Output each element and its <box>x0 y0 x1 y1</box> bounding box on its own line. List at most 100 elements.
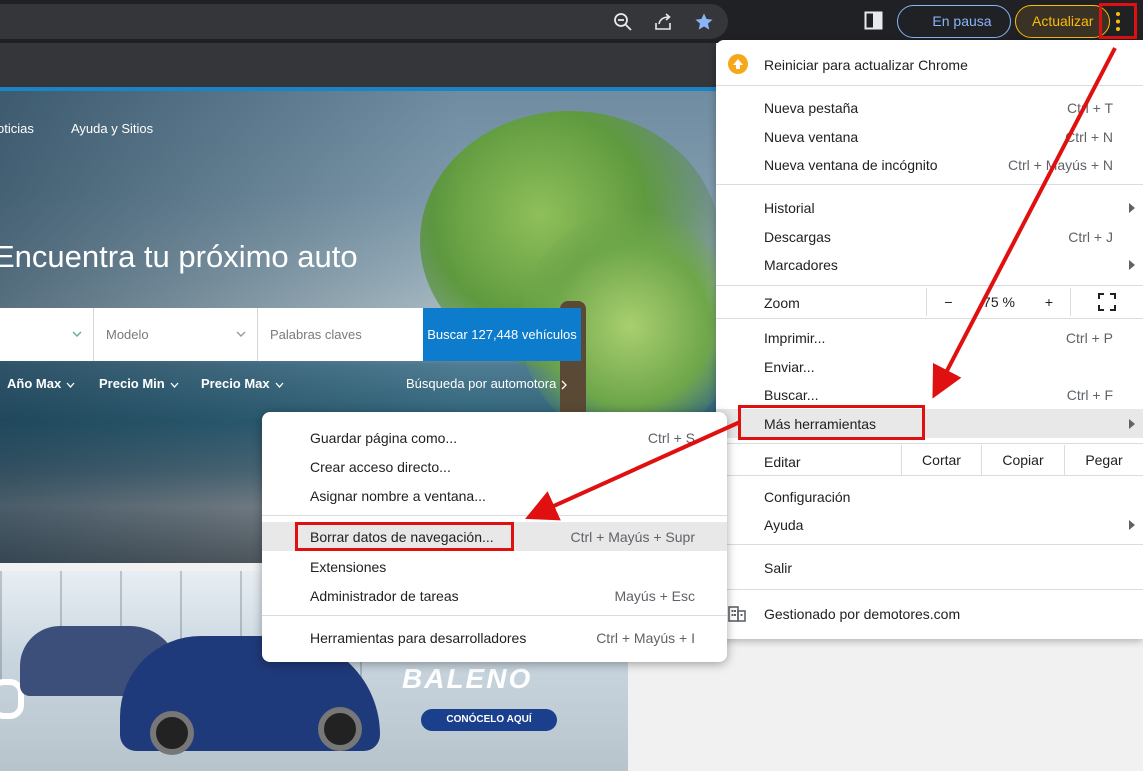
chevron-right-icon <box>561 380 568 390</box>
ad-car-wheel <box>318 707 362 751</box>
zoom-out-icon[interactable] <box>613 12 633 32</box>
shortcut-downloads: Ctrl + J <box>1068 229 1113 245</box>
tab-strip-area <box>0 43 716 87</box>
browser-toolbar: En pausa Actualizar <box>0 0 1143 43</box>
menu-item-restart-update[interactable]: Reiniciar para actualizar Chrome <box>764 57 968 73</box>
menu-item-settings[interactable]: Configuración <box>764 489 850 505</box>
update-button[interactable]: Actualizar <box>1015 5 1110 38</box>
update-icon <box>728 54 748 74</box>
copy-button[interactable]: Copiar <box>981 445 1064 475</box>
filter-label: Precio Max <box>201 376 270 391</box>
shortcut-incognito: Ctrl + Mayús + N <box>1007 157 1113 173</box>
ad-model-name: BALENO <box>402 663 533 694</box>
paused-label: En pausa <box>932 13 992 29</box>
chevron-down-icon <box>170 382 179 388</box>
dealer-search-link[interactable]: Búsqueda por automotora <box>406 376 568 391</box>
menu-edit-label: Editar <box>764 454 801 470</box>
zoom-out-button[interactable]: − <box>926 288 970 316</box>
filter-year-max[interactable]: Año Max <box>7 376 75 391</box>
shortcut-save-page: Ctrl + S <box>647 430 695 446</box>
shortcut-dev-tools: Ctrl + Mayús + I <box>596 630 695 646</box>
chevron-down-icon <box>275 382 284 388</box>
building-icon <box>728 606 746 622</box>
cut-button[interactable]: Cortar <box>901 445 981 475</box>
ad-cta-button[interactable]: CONÓCELO AQUÍ <box>421 709 557 731</box>
submenu-arrow-icon <box>1129 260 1135 270</box>
zoom-level: 75 % <box>983 294 1015 310</box>
keywords-input[interactable]: Palabras claves <box>258 308 423 361</box>
menu-item-help[interactable]: Ayuda <box>764 517 803 533</box>
menu-separator <box>262 515 727 516</box>
menu-item-incognito[interactable]: Nueva ventana de incógnito <box>764 157 938 173</box>
paste-button[interactable]: Pegar <box>1064 445 1143 475</box>
submenu-item-dev-tools[interactable]: Herramientas para desarrolladores <box>310 630 526 646</box>
menu-separator <box>716 285 1143 286</box>
annotation-box-clear-data <box>295 522 514 551</box>
submenu-item-create-shortcut[interactable]: Crear acceso directo... <box>310 459 451 475</box>
address-bar[interactable] <box>0 4 728 39</box>
shortcut-task-manager: Mayús + Esc <box>614 588 695 604</box>
annotation-box-more-tools <box>738 405 925 440</box>
shortcut-new-window: Ctrl + N <box>1065 129 1113 145</box>
submenu-item-name-window[interactable]: Asignar nombre a ventana... <box>310 488 486 504</box>
menu-separator <box>716 475 1143 476</box>
menu-item-print[interactable]: Imprimir... <box>764 330 825 346</box>
submenu-item-extensions[interactable]: Extensiones <box>310 559 386 575</box>
chevron-down-icon <box>66 382 75 388</box>
managed-by-label[interactable]: Gestionado por demotores.com <box>764 606 960 622</box>
shortcut-print: Ctrl + P <box>1065 330 1113 346</box>
menu-separator <box>716 318 1143 319</box>
menu-item-history[interactable]: Historial <box>764 200 815 216</box>
submenu-item-save-page[interactable]: Guardar página como... <box>310 430 457 446</box>
update-label: Actualizar <box>1032 13 1094 29</box>
menu-separator <box>716 184 1143 185</box>
model-select[interactable]: Modelo <box>94 308 258 361</box>
menu-item-bookmarks[interactable]: Marcadores <box>764 257 838 273</box>
menu-zoom-label: Zoom <box>764 295 800 311</box>
keywords-placeholder: Palabras claves <box>270 327 362 342</box>
model-placeholder: Modelo <box>106 327 149 342</box>
brand-select[interactable] <box>0 308 94 361</box>
menu-separator <box>716 589 1143 590</box>
shortcut-clear-data: Ctrl + Mayús + Supr <box>570 529 696 545</box>
menu-item-new-tab[interactable]: Nueva pestaña <box>764 100 858 116</box>
profile-paused-button[interactable]: En pausa <box>897 5 1011 38</box>
menu-item-new-window[interactable]: Nueva ventana <box>764 129 858 145</box>
submenu-arrow-icon <box>1129 419 1135 429</box>
menu-item-exit[interactable]: Salir <box>764 560 792 576</box>
shortcut-new-tab: Ctrl + T <box>1066 100 1113 116</box>
filter-price-max[interactable]: Precio Max <box>201 376 284 391</box>
chevron-down-icon <box>236 331 246 337</box>
arrow-up-icon <box>733 59 743 69</box>
dealer-search-label: Búsqueda por automotora <box>406 376 557 391</box>
menu-separator <box>716 443 1143 444</box>
menu-item-downloads[interactable]: Descargas <box>764 229 831 245</box>
hero-title: Encuentra tu próximo auto <box>0 239 358 274</box>
fullscreen-button[interactable] <box>1070 288 1143 316</box>
nav-news-link[interactable]: oticias <box>0 121 34 136</box>
menu-item-find[interactable]: Buscar... <box>764 387 818 403</box>
chrome-main-menu: Reiniciar para actualizar Chrome Nueva p… <box>716 40 1143 639</box>
chevron-down-icon <box>72 331 82 337</box>
fullscreen-icon <box>1098 293 1116 311</box>
nav-help-link[interactable]: Ayuda y Sitios <box>71 121 153 136</box>
side-panel-icon[interactable] <box>864 11 883 30</box>
menu-separator <box>716 85 1143 86</box>
submenu-item-task-manager[interactable]: Administrador de tareas <box>310 588 459 604</box>
filter-label: Año Max <box>7 376 62 391</box>
vehicle-search-bar: Modelo Palabras claves Buscar 127,448 ve… <box>0 308 581 361</box>
search-vehicles-button[interactable]: Buscar 127,448 vehículos <box>423 308 581 361</box>
share-icon[interactable] <box>653 12 673 32</box>
submenu-arrow-icon <box>1129 203 1135 213</box>
menu-separator <box>716 544 1143 545</box>
shortcut-find: Ctrl + F <box>1066 387 1113 403</box>
submenu-arrow-icon <box>1129 520 1135 530</box>
ad-car-wheel <box>150 711 194 755</box>
filter-label: Precio Min <box>99 376 165 391</box>
annotation-box-menu-button <box>1099 3 1137 39</box>
filter-price-min[interactable]: Precio Min <box>99 376 179 391</box>
menu-separator <box>262 615 727 616</box>
menu-item-cast[interactable]: Enviar... <box>764 359 815 375</box>
zoom-in-button[interactable]: + <box>1028 288 1070 316</box>
bookmark-star-icon[interactable] <box>694 12 714 32</box>
